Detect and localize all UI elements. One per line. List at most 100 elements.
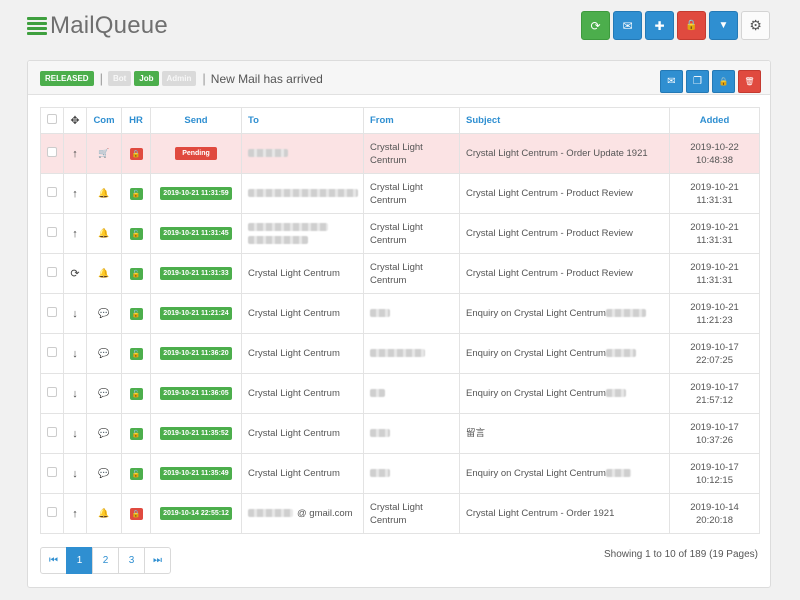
hr-cell[interactable]: 🔓 xyxy=(121,373,151,414)
unlocked-icon[interactable]: 🔓 xyxy=(129,227,143,240)
redacted-text xyxy=(605,349,636,358)
table-row[interactable]: ↑ 🔔 🔒 2019-10-14 22:55:12 @ gmail.com Crystal… xyxy=(40,493,760,534)
to-cell: Crystal Light Centrum xyxy=(241,413,364,454)
row-checkbox[interactable] xyxy=(47,507,57,517)
table-row[interactable]: ↑ 🛒 🔒 Pending Crystal Light Centrum Crystal L… xyxy=(40,133,760,174)
lock-button[interactable]: 🔒 xyxy=(677,11,706,40)
hr-cell[interactable]: 🔓 xyxy=(121,453,151,494)
row-checkbox[interactable] xyxy=(47,227,57,237)
admin-badge[interactable]: Admin xyxy=(161,71,197,86)
direction-cell: ⟳ xyxy=(63,253,87,294)
app-logo: MailQueue xyxy=(27,12,168,40)
to-cell: Crystal Light Centrum xyxy=(241,333,364,374)
hr-cell[interactable]: 🔒 xyxy=(121,493,151,534)
added-time: 10:37:26 xyxy=(696,434,733,446)
select-cell[interactable] xyxy=(40,213,64,254)
from-text: Crystal Light Centrum xyxy=(370,221,423,246)
hr-cell[interactable]: 🔓 xyxy=(121,173,151,214)
send-date-badge: 2019-10-21 11:31:33 xyxy=(160,267,232,280)
refresh-button[interactable]: ⟳ xyxy=(581,11,610,40)
com-header[interactable]: Com xyxy=(86,107,122,134)
unlocked-icon[interactable]: 🔓 xyxy=(129,387,143,400)
com-cell: 💬 xyxy=(86,373,122,414)
select-cell[interactable] xyxy=(40,173,64,214)
row-checkbox[interactable] xyxy=(47,267,57,277)
page-1-button[interactable]: 1 xyxy=(66,547,93,574)
select-all-checkbox[interactable] xyxy=(47,114,57,124)
panel-delete-button[interactable]: 🗑 xyxy=(738,70,761,93)
table-row[interactable]: ⟳ 🔔 🔓 2019-10-21 11:31:33 Crystal Light Cent… xyxy=(40,253,760,294)
send-cell: 2019-10-21 11:21:24 xyxy=(150,293,242,334)
mail-button[interactable]: ✉ xyxy=(613,11,642,40)
row-checkbox[interactable] xyxy=(47,147,57,157)
unlocked-icon[interactable]: 🔓 xyxy=(129,307,143,320)
bell-icon: 🔔 xyxy=(98,268,110,278)
to-text: Crystal Light Centrum xyxy=(248,308,340,319)
panel-copy-button[interactable]: ❐ xyxy=(686,70,709,93)
hr-header[interactable]: HR xyxy=(121,107,151,134)
panel-lock-button[interactable]: 🔒 xyxy=(712,70,735,93)
select-all-header[interactable] xyxy=(40,107,64,134)
table-row[interactable]: ↓ 💬 🔓 2019-10-21 11:21:24 Crystal Light Cent… xyxy=(40,293,760,334)
unlocked-icon[interactable]: 🔓 xyxy=(129,427,143,440)
locked-icon[interactable]: 🔒 xyxy=(129,507,143,520)
bell-icon: 🔔 xyxy=(98,188,110,198)
select-cell[interactable] xyxy=(40,133,64,174)
select-cell[interactable] xyxy=(40,493,64,534)
hr-cell[interactable]: 🔒 xyxy=(121,133,151,174)
select-cell[interactable] xyxy=(40,413,64,454)
row-checkbox[interactable] xyxy=(47,387,57,397)
table-row[interactable]: ↓ 💬 🔓 2019-10-21 11:36:20 Crystal Light Cent… xyxy=(40,333,760,374)
row-checkbox[interactable] xyxy=(47,307,57,317)
table-header-row: ✥ Com HR Send To From Subject Added xyxy=(40,107,760,134)
filter-button[interactable]: ▼ xyxy=(709,11,738,40)
unlocked-icon[interactable]: 🔓 xyxy=(129,267,143,280)
select-cell[interactable] xyxy=(40,253,64,294)
table-row[interactable]: ↑ 🔔 🔓 2019-10-21 11:31:45 Crystal Light Cent… xyxy=(40,213,760,254)
add-button[interactable]: ✚ xyxy=(645,11,674,40)
job-badge[interactable]: Job xyxy=(134,71,159,86)
hr-cell[interactable]: 🔓 xyxy=(121,413,151,454)
added-header[interactable]: Added xyxy=(669,107,760,134)
unlocked-icon[interactable]: 🔓 xyxy=(129,187,143,200)
added-cell: 2019-10-17 22:07:25 xyxy=(669,333,760,374)
unlocked-icon[interactable]: 🔓 xyxy=(129,347,143,360)
send-header[interactable]: Send xyxy=(150,107,242,134)
table-row[interactable]: ↓ 💬 🔓 2019-10-21 11:36:05 Crystal Light Cent… xyxy=(40,373,760,414)
to-cell: @ gmail.com xyxy=(241,493,364,534)
row-checkbox[interactable] xyxy=(47,347,57,357)
table-row[interactable]: ↓ 💬 🔓 2019-10-21 11:35:49 Crystal Light Cent… xyxy=(40,453,760,494)
select-cell[interactable] xyxy=(40,333,64,374)
bot-badge[interactable]: Bot xyxy=(107,71,132,86)
subject-cell: Enquiry on Crystal Light Centrum xyxy=(459,453,670,494)
added-time: 11:21:23 xyxy=(696,314,733,326)
hr-cell[interactable]: 🔓 xyxy=(121,293,151,334)
last-page-button[interactable]: ⏭ xyxy=(144,547,171,574)
table-row[interactable]: ↑ 🔔 🔓 2019-10-21 11:31:59 Crystal Light Cent… xyxy=(40,173,760,214)
panel-mail-button[interactable]: ✉ xyxy=(660,70,683,93)
from-cell: Crystal Light Centrum xyxy=(363,133,460,174)
row-checkbox[interactable] xyxy=(47,427,57,437)
row-checkbox[interactable] xyxy=(47,467,57,477)
row-checkbox[interactable] xyxy=(47,187,57,197)
redacted-text xyxy=(605,309,646,318)
unlocked-icon[interactable]: 🔓 xyxy=(129,467,143,480)
hr-cell[interactable]: 🔓 xyxy=(121,333,151,374)
locked-icon[interactable]: 🔒 xyxy=(129,147,143,160)
page-2-button[interactable]: 2 xyxy=(92,547,119,574)
page-3-button[interactable]: 3 xyxy=(118,547,145,574)
first-page-button[interactable]: ⏮ xyxy=(40,547,67,574)
subject-header[interactable]: Subject xyxy=(459,107,670,134)
select-cell[interactable] xyxy=(40,453,64,494)
hr-cell[interactable]: 🔓 xyxy=(121,253,151,294)
hr-cell[interactable]: 🔓 xyxy=(121,213,151,254)
select-cell[interactable] xyxy=(40,293,64,334)
direction-cell: ↓ xyxy=(63,293,87,334)
table-row[interactable]: ↓ 💬 🔓 2019-10-21 11:35:52 Crystal Light Cent… xyxy=(40,413,760,454)
from-header[interactable]: From xyxy=(363,107,460,134)
settings-button[interactable]: ⚙ xyxy=(741,11,770,40)
refresh-icon: ⟳ xyxy=(590,18,601,33)
subject-text: Enquiry on Crystal Light Centrum xyxy=(466,388,606,399)
to-header[interactable]: To xyxy=(241,107,364,134)
select-cell[interactable] xyxy=(40,373,64,414)
